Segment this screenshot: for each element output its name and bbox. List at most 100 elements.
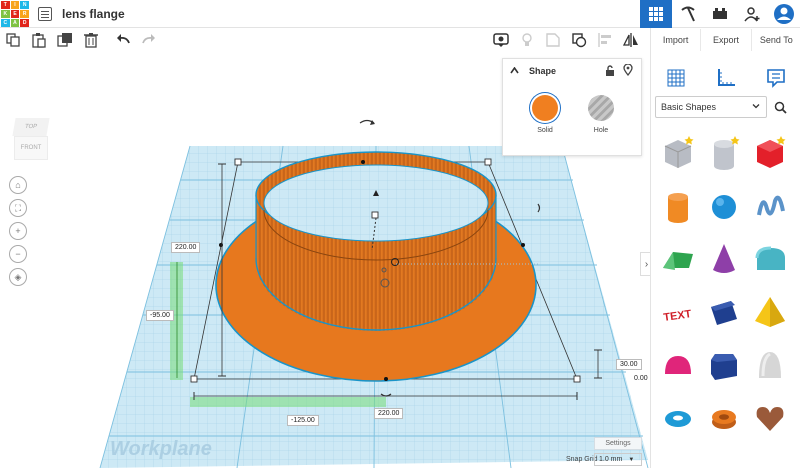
minus-icon: −	[15, 249, 21, 259]
redo-icon	[142, 34, 155, 44]
view-controls: ⌂ ⛶ + − ◈	[9, 176, 27, 291]
ungroup-button[interactable]	[566, 28, 592, 52]
toolbar-right	[488, 28, 644, 52]
shape-torus[interactable]	[655, 391, 701, 444]
shape-sphere[interactable]	[701, 179, 747, 232]
shape-cylinder[interactable]	[655, 179, 701, 232]
torus-icon	[665, 410, 691, 427]
mirror-icon	[623, 33, 638, 47]
duplicate-button[interactable]	[52, 28, 78, 52]
view-cube-front[interactable]: FRONT	[14, 136, 48, 160]
visibility-icon[interactable]	[623, 64, 633, 76]
shape-half-sphere[interactable]	[655, 338, 701, 391]
tab-workplane[interactable]	[661, 63, 691, 93]
notes-button[interactable]	[488, 28, 514, 52]
shape-inspector: Shape Solid Hole	[502, 58, 642, 156]
paste-button[interactable]	[26, 28, 52, 52]
shape-category-value: Basic Shapes	[661, 102, 717, 112]
paste-icon	[32, 33, 46, 48]
shape-box-hole[interactable]	[655, 126, 701, 179]
tab-notes[interactable]	[761, 63, 791, 93]
zoom-in-button[interactable]: +	[9, 222, 27, 240]
flange-tube[interactable]	[255, 151, 497, 332]
bricks-button[interactable]	[704, 0, 736, 28]
copy-icon	[6, 33, 20, 47]
design-title[interactable]: lens flange	[62, 7, 125, 21]
trash-icon	[84, 33, 98, 48]
bricks-icon	[713, 8, 727, 19]
width-dimension[interactable]: 220.00	[374, 408, 404, 419]
edit-toolbar	[0, 28, 650, 52]
snap-grid-label: Snap Grid	[566, 456, 598, 463]
shape-wedge[interactable]	[701, 285, 747, 338]
shape-cone[interactable]	[701, 232, 747, 285]
avatar-icon	[774, 4, 794, 24]
undo-button[interactable]	[110, 28, 136, 52]
home-view-button[interactable]: ⌂	[9, 176, 27, 194]
workplane-label: Workplane	[110, 438, 212, 460]
align-button[interactable]	[592, 28, 618, 52]
group-button[interactable]	[540, 28, 566, 52]
zoom-out-button[interactable]: −	[9, 245, 27, 263]
shapes-panel: Import Export Send To Basic Shapes TEXT	[650, 28, 800, 468]
solid-label: Solid	[537, 127, 553, 134]
hole-option[interactable]: Hole	[581, 95, 621, 134]
shape-tube[interactable]	[701, 391, 747, 444]
redo-button[interactable]	[136, 28, 162, 52]
shape-pyramid[interactable]	[747, 285, 793, 338]
invite-button[interactable]	[736, 0, 768, 28]
pickaxe-icon	[681, 6, 695, 22]
cylinder-hole-icon	[714, 135, 740, 170]
shape-text[interactable]: TEXT	[655, 285, 701, 338]
design-list-icon[interactable]	[38, 6, 52, 21]
tab-ruler[interactable]	[711, 63, 741, 93]
shape-cylinder-hole[interactable]	[701, 126, 747, 179]
settings-button[interactable]: Settings	[594, 437, 642, 450]
grid-view-button[interactable]	[640, 0, 672, 28]
hole-swatch[interactable]	[588, 95, 614, 121]
snap-grid-select[interactable]: 1.0 mm ▼	[594, 453, 642, 466]
fit-icon: ⛶	[14, 202, 22, 213]
paraboloid-icon	[759, 351, 781, 378]
user-avatar[interactable]	[768, 0, 800, 28]
lock-icon[interactable]	[605, 65, 615, 76]
shape-search-button[interactable]	[769, 96, 791, 118]
y-offset-dimension[interactable]: -95.00	[146, 310, 174, 321]
ruler-icon	[718, 69, 735, 86]
view-cube-top[interactable]: TOP	[12, 118, 50, 136]
import-button[interactable]: Import	[651, 29, 702, 51]
fit-view-button[interactable]: ⛶	[9, 199, 27, 217]
chevron-right-icon: ›	[644, 258, 649, 270]
view-cube[interactable]: TOP FRONT	[12, 118, 50, 162]
solid-option[interactable]: Solid	[525, 95, 565, 134]
shape-round-roof[interactable]	[747, 232, 793, 285]
snap-grid-value: 1.0 mm	[599, 456, 623, 463]
height-dimension[interactable]: 30.00	[616, 359, 642, 370]
export-button[interactable]: Export	[701, 29, 752, 51]
z-offset-dimension[interactable]: 0.00	[634, 375, 648, 382]
blocks-button[interactable]	[672, 0, 704, 28]
shape-roof[interactable]	[655, 232, 701, 285]
collapse-icon[interactable]	[510, 67, 519, 74]
tinkercad-logo[interactable]: T I N K E R C A D	[1, 0, 29, 27]
copy-button[interactable]	[0, 28, 26, 52]
depth-dimension[interactable]: 220.00	[171, 242, 201, 253]
group-icon	[546, 33, 560, 47]
shape-polygon[interactable]	[701, 338, 747, 391]
x-offset-dimension[interactable]: -125.00	[287, 415, 319, 426]
svg-text:TEXT: TEXT	[663, 308, 693, 324]
solid-swatch[interactable]	[532, 95, 558, 121]
shape-heart[interactable]	[747, 391, 793, 444]
shape-paraboloid[interactable]	[747, 338, 793, 391]
light-bulb-button[interactable]	[514, 28, 540, 52]
shape-box[interactable]	[747, 126, 793, 179]
shape-category-select[interactable]: Basic Shapes	[655, 96, 767, 118]
send-to-button[interactable]: Send To	[752, 29, 800, 51]
sphere-icon	[712, 194, 736, 219]
delete-button[interactable]	[78, 28, 104, 52]
inspector-title: Shape	[529, 66, 557, 76]
light-bulb-icon	[522, 33, 532, 46]
mirror-button[interactable]	[618, 28, 644, 52]
projection-button[interactable]: ◈	[9, 268, 27, 286]
shape-scribble[interactable]	[747, 179, 793, 232]
